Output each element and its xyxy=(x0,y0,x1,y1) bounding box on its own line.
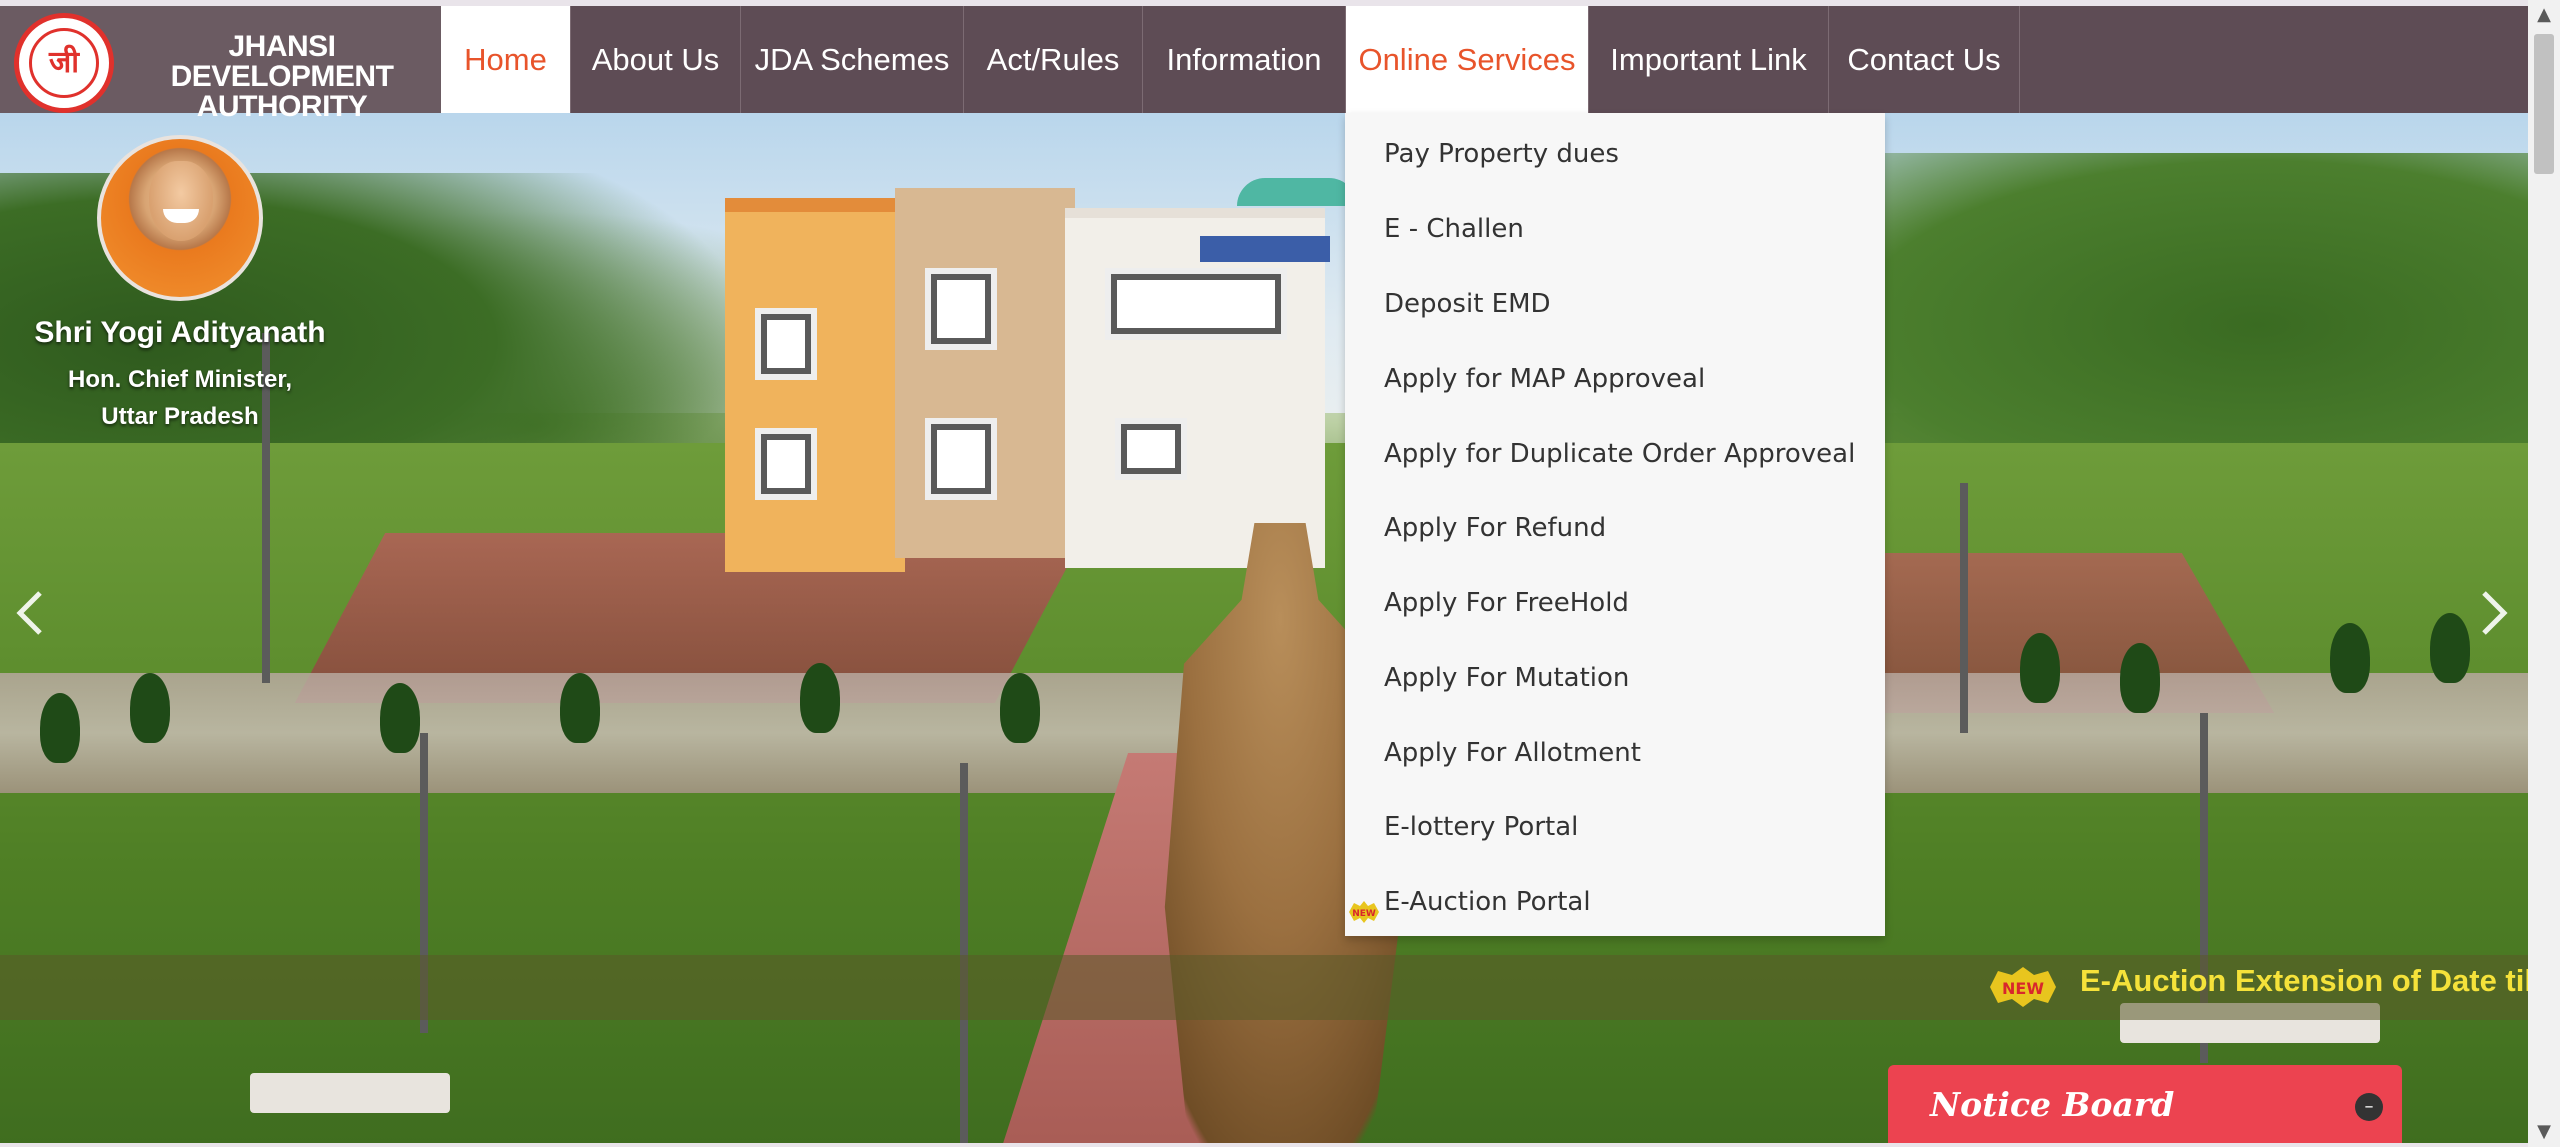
nav-act-rules[interactable]: Act/Rules xyxy=(964,6,1143,113)
notice-board-panel[interactable]: Notice Board – xyxy=(1888,1065,2402,1147)
scroll-down-icon[interactable]: ▼ xyxy=(2528,1117,2560,1147)
close-icon[interactable]: – xyxy=(2355,1093,2383,1121)
building-window xyxy=(925,268,997,350)
nav-important-link[interactable]: Important Link xyxy=(1589,6,1829,113)
site-header: जी JHANSI DEVELOPMENT AUTHORITY Home Abo… xyxy=(0,0,2528,122)
notice-board-title: Notice Board xyxy=(1930,1085,2175,1124)
jda-emblem-icon: जी xyxy=(14,13,114,113)
menu-apply-refund[interactable]: Apply For Refund xyxy=(1384,513,1606,543)
new-badge-icon: NEW xyxy=(1990,967,2056,1007)
page-bottom-edge xyxy=(0,1143,2528,1147)
menu-deposit-emd[interactable]: Deposit EMD xyxy=(1384,289,1551,319)
slider-next-button[interactable] xyxy=(2474,583,2514,643)
vertical-scrollbar[interactable]: ▲ ▼ xyxy=(2528,0,2560,1147)
chevron-right-icon xyxy=(2482,591,2508,635)
nav-contact-us[interactable]: Contact Us xyxy=(1829,6,2020,113)
building-sign xyxy=(1200,236,1330,262)
building-window xyxy=(1115,418,1187,480)
hero-shrub xyxy=(1000,673,1040,743)
building-window xyxy=(755,428,817,500)
hero-lamp-post xyxy=(960,763,968,1143)
logo-text: JHANSI DEVELOPMENT AUTHORITY xyxy=(132,32,432,122)
hero-shrub xyxy=(2020,633,2060,703)
building-orange-block xyxy=(725,198,905,572)
nav-about-us[interactable]: About Us xyxy=(571,6,741,113)
building-window xyxy=(755,308,817,380)
cm-name: Shri Yogi Adityanath xyxy=(34,316,326,349)
hero-shrub xyxy=(40,693,80,763)
menu-apply-duplicate-order[interactable]: Apply for Duplicate Order Approveal xyxy=(1384,439,1855,469)
menu-apply-freehold[interactable]: Apply For FreeHold xyxy=(1384,588,1629,618)
menu-apply-allotment[interactable]: Apply For Allotment xyxy=(1384,738,1641,768)
slider-prev-button[interactable] xyxy=(10,583,50,643)
logo-line2: AUTHORITY xyxy=(196,90,368,123)
cm-face xyxy=(149,161,213,241)
building-beige-block xyxy=(895,188,1075,558)
hero-shrub xyxy=(800,663,840,733)
building-window xyxy=(925,418,997,500)
building-window xyxy=(1105,268,1287,340)
menu-apply-map-approval[interactable]: Apply for MAP Approveal xyxy=(1384,364,1705,394)
logo-line1: JHANSI DEVELOPMENT xyxy=(170,30,394,93)
new-badge-label: NEW xyxy=(2002,979,2044,998)
nav-online-services[interactable]: Online Services xyxy=(1346,6,1589,113)
hero-shrub xyxy=(380,683,420,753)
hero-shrub xyxy=(130,673,170,743)
hero-bench xyxy=(250,1073,450,1113)
site-logo[interactable]: जी JHANSI DEVELOPMENT AUTHORITY xyxy=(0,6,441,122)
new-badge-small-label: NEW xyxy=(1352,909,1376,919)
cm-title-line1: Hon. Chief Minister, xyxy=(67,366,292,393)
building-white-block xyxy=(1065,208,1325,568)
scrollbar-thumb[interactable] xyxy=(2534,34,2554,174)
nav-home[interactable]: Home xyxy=(441,6,571,113)
news-ticker: NEW E-Auction Extension of Date till 2 xyxy=(0,955,2528,1020)
menu-e-challen[interactable]: E - Challen xyxy=(1384,214,1524,244)
menu-e-lottery-portal[interactable]: E-lottery Portal xyxy=(1384,812,1578,842)
new-badge-small-icon: NEW xyxy=(1349,901,1379,923)
cm-title: Hon. Chief Minister, Uttar Pradesh xyxy=(0,361,360,435)
hero-shrub xyxy=(2430,613,2470,683)
menu-apply-mutation[interactable]: Apply For Mutation xyxy=(1384,663,1629,693)
building-dome xyxy=(1237,178,1357,206)
hero-shrub xyxy=(2330,623,2370,693)
chief-minister-photo xyxy=(97,135,263,301)
jda-emblem-inner: जी xyxy=(29,28,99,98)
chevron-left-icon xyxy=(16,591,42,635)
hero-shrub xyxy=(2120,643,2160,713)
nav-jda-schemes[interactable]: JDA Schemes xyxy=(741,6,964,113)
main-nav: Home About Us JDA Schemes Act/Rules Info… xyxy=(441,6,2020,113)
cm-title-line2: Uttar Pradesh xyxy=(101,403,259,430)
scroll-up-icon[interactable]: ▲ xyxy=(2528,0,2560,30)
menu-e-auction-portal[interactable]: E-Auction Portal xyxy=(1384,887,1591,917)
online-services-dropdown: Pay Property dues E - Challen Deposit EM… xyxy=(1345,113,1885,936)
menu-pay-property-dues[interactable]: Pay Property dues xyxy=(1384,139,1619,169)
ticker-text[interactable]: E-Auction Extension of Date till 2 xyxy=(2080,963,2528,999)
hero-building xyxy=(725,158,1357,572)
hero-lamp-post xyxy=(1960,483,1968,733)
nav-information[interactable]: Information xyxy=(1143,6,1346,113)
hero-shrub xyxy=(560,673,600,743)
